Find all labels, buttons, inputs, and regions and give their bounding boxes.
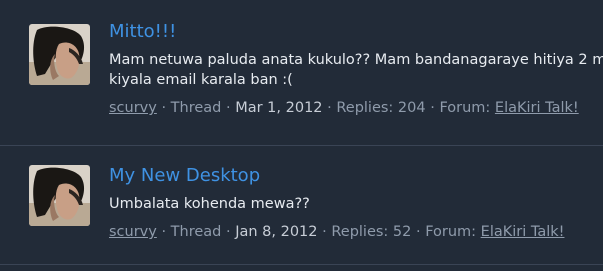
snippet-line: kiyala email karala ban :( xyxy=(109,72,293,88)
content-type: Thread xyxy=(170,100,222,116)
forum-link[interactable]: ElaKiri Talk! xyxy=(481,224,565,240)
result-meta: scurvy · Thread · Mar 1, 2012 · Replies:… xyxy=(109,98,603,118)
content-type: Thread xyxy=(170,224,222,240)
meta-separator: · xyxy=(322,224,327,240)
meta-separator: · xyxy=(415,224,421,240)
result-meta: scurvy · Thread · Jan 8, 2012 · Replies:… xyxy=(109,222,603,242)
snippet-line: Umbalata kohenda mewa?? xyxy=(109,196,310,212)
author-link[interactable]: scurvy xyxy=(109,224,157,240)
reply-count: Replies: 52 xyxy=(331,224,412,240)
user-avatar-image xyxy=(29,24,90,85)
thread-title-link[interactable]: Mitto!!! xyxy=(109,20,603,44)
list-item: Mitto!!! Mam netuwa paluda anata kukulo?… xyxy=(0,0,603,146)
author-link[interactable]: scurvy xyxy=(109,100,157,116)
thread-title-link[interactable]: My New Desktop xyxy=(109,164,603,188)
search-results-list: Mitto!!! Mam netuwa paluda anata kukulo?… xyxy=(0,0,603,271)
user-avatar-image xyxy=(29,165,90,226)
meta-separator: · xyxy=(161,224,167,240)
post-date: Mar 1, 2012 xyxy=(235,100,323,116)
snippet-line: Mam netuwa paluda anata kukulo?? Mam ban… xyxy=(109,52,603,68)
meta-separator: · xyxy=(430,100,435,116)
meta-separator: · xyxy=(225,100,231,116)
post-date: Jan 8, 2012 xyxy=(235,224,318,240)
thread-snippet: Umbalata kohenda mewa?? xyxy=(109,194,603,214)
avatar[interactable] xyxy=(29,165,90,226)
forum-label: Forum: xyxy=(439,100,491,116)
list-item: My New Desktop Umbalata kohenda mewa?? s… xyxy=(0,146,603,265)
meta-separator: · xyxy=(161,100,167,116)
avatar[interactable] xyxy=(29,24,90,85)
thread-snippet: Mam netuwa paluda anata kukulo?? Mam ban… xyxy=(109,50,603,90)
forum-link[interactable]: ElaKiri Talk! xyxy=(495,100,579,116)
meta-separator: · xyxy=(225,224,231,240)
meta-separator: · xyxy=(327,100,332,116)
forum-label: Forum: xyxy=(425,224,477,240)
reply-count: Replies: 204 xyxy=(336,100,426,116)
